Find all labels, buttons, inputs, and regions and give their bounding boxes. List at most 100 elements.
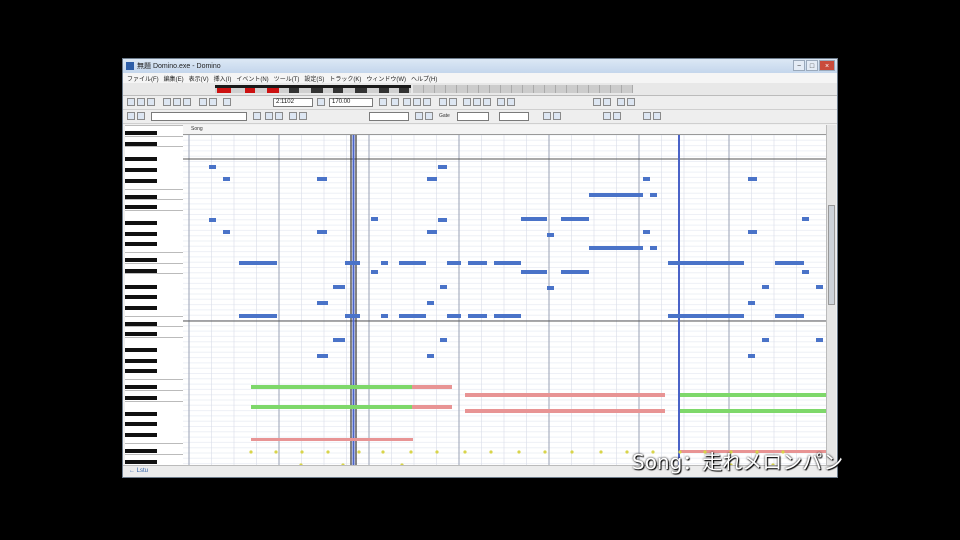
white-key-divider xyxy=(125,400,183,402)
track-overview-strip[interactable] xyxy=(215,85,411,93)
piano-roll-canvas[interactable] xyxy=(183,125,828,467)
color-icon[interactable] xyxy=(613,112,621,120)
cut-icon[interactable] xyxy=(163,98,171,106)
melody-note-lower xyxy=(371,270,378,274)
menu-edit[interactable]: 編集(E) xyxy=(164,74,184,83)
record-icon[interactable] xyxy=(379,98,387,106)
eraser-icon[interactable] xyxy=(483,98,491,106)
black-key[interactable] xyxy=(125,295,157,300)
tempo-field[interactable]: 170.00 xyxy=(329,98,373,107)
save-icon[interactable] xyxy=(147,98,155,106)
quantize-icon[interactable] xyxy=(289,112,297,120)
metronome-icon[interactable] xyxy=(449,98,457,106)
gate-field[interactable] xyxy=(457,112,489,121)
close-button[interactable]: × xyxy=(819,60,835,71)
velocity-icon[interactable] xyxy=(275,112,283,120)
forward-icon[interactable] xyxy=(423,98,431,106)
note-length-select[interactable] xyxy=(369,112,409,121)
edit-toolbar: Gate xyxy=(123,110,837,124)
redo-icon[interactable] xyxy=(209,98,217,106)
black-key[interactable] xyxy=(125,168,157,172)
melody-note-lower xyxy=(438,218,447,222)
select-icon[interactable] xyxy=(127,112,135,120)
black-key[interactable] xyxy=(125,369,157,374)
black-key[interactable] xyxy=(125,205,157,210)
black-key[interactable] xyxy=(125,348,157,353)
maximize-button[interactable]: □ xyxy=(806,60,818,71)
menu-window[interactable]: ウィンドウ(W) xyxy=(366,74,406,83)
black-key[interactable] xyxy=(125,268,157,273)
piano-roll[interactable]: Song xyxy=(183,125,828,467)
view-icon[interactable] xyxy=(415,112,423,120)
scrollbar-thumb[interactable] xyxy=(828,205,835,305)
cursor-icon[interactable] xyxy=(463,98,471,106)
settings-icon[interactable] xyxy=(627,98,635,106)
window-tile-icon[interactable] xyxy=(643,112,651,120)
rewind-icon[interactable] xyxy=(403,98,411,106)
menu-view[interactable]: 表示(V) xyxy=(189,74,209,83)
menu-tools[interactable]: ツール(T) xyxy=(274,74,300,83)
black-key[interactable] xyxy=(125,395,157,400)
window-cascade-icon[interactable] xyxy=(653,112,661,120)
black-key[interactable] xyxy=(125,433,157,437)
pencil-icon[interactable] xyxy=(473,98,481,106)
zoom-in-icon[interactable] xyxy=(497,98,505,106)
black-key[interactable] xyxy=(125,194,157,199)
black-key[interactable] xyxy=(125,422,157,427)
copy-icon[interactable] xyxy=(173,98,181,106)
measure-ruler[interactable]: Song xyxy=(183,125,828,135)
black-key[interactable] xyxy=(125,242,157,247)
position-field[interactable]: 2:1102 xyxy=(273,98,313,107)
layer-icon[interactable] xyxy=(425,112,433,120)
black-key[interactable] xyxy=(125,231,157,236)
black-key[interactable] xyxy=(125,130,157,135)
grid-icon[interactable] xyxy=(593,98,601,106)
minimize-button[interactable]: − xyxy=(793,60,805,71)
black-key[interactable] xyxy=(125,358,157,363)
black-key[interactable] xyxy=(125,448,157,453)
paste-icon[interactable] xyxy=(183,98,191,106)
menu-help[interactable]: ヘルプ(H) xyxy=(411,74,437,83)
track-overview-strip-2[interactable] xyxy=(413,85,633,93)
menu-event[interactable]: イベント(N) xyxy=(236,74,268,83)
black-key[interactable] xyxy=(125,221,157,225)
zoom-out-icon[interactable] xyxy=(507,98,515,106)
menu-insert[interactable]: 挿入(I) xyxy=(214,74,232,83)
black-key[interactable] xyxy=(125,332,157,337)
snap-icon[interactable] xyxy=(603,98,611,106)
mixer-icon[interactable] xyxy=(617,98,625,106)
black-key[interactable] xyxy=(125,305,157,310)
menu-settings[interactable]: 設定(S) xyxy=(304,74,324,83)
drum-hit-dot xyxy=(625,450,629,454)
black-key[interactable] xyxy=(125,321,157,326)
loop-icon[interactable] xyxy=(439,98,447,106)
undo-icon[interactable] xyxy=(199,98,207,106)
black-key[interactable] xyxy=(125,157,157,162)
brush-icon[interactable] xyxy=(137,112,145,120)
black-key[interactable] xyxy=(125,284,157,289)
black-key[interactable] xyxy=(125,385,157,390)
menu-file[interactable]: ファイル(F) xyxy=(127,74,159,83)
black-key[interactable] xyxy=(125,258,157,263)
open-icon[interactable] xyxy=(137,98,145,106)
new-icon[interactable] xyxy=(127,98,135,106)
melody-note xyxy=(668,261,744,265)
black-key[interactable] xyxy=(125,459,157,464)
black-key[interactable] xyxy=(125,178,157,183)
play-icon[interactable] xyxy=(413,98,421,106)
channel-select[interactable] xyxy=(151,112,247,121)
stop-icon[interactable] xyxy=(391,98,399,106)
black-key[interactable] xyxy=(125,411,157,416)
menu-track[interactable]: トラック(K) xyxy=(329,74,361,83)
melody-note-lower xyxy=(317,354,328,358)
black-key[interactable] xyxy=(125,141,157,146)
piano-keyboard[interactable] xyxy=(125,125,184,467)
transpose-icon[interactable] xyxy=(299,112,307,120)
magnify-icon[interactable] xyxy=(543,112,551,120)
vertical-scrollbar[interactable] xyxy=(826,125,836,467)
palette-icon[interactable] xyxy=(603,112,611,120)
piano-icon[interactable] xyxy=(253,112,261,120)
magnify-out-icon[interactable] xyxy=(553,112,561,120)
step-field[interactable] xyxy=(499,112,529,121)
note-icon[interactable] xyxy=(265,112,273,120)
